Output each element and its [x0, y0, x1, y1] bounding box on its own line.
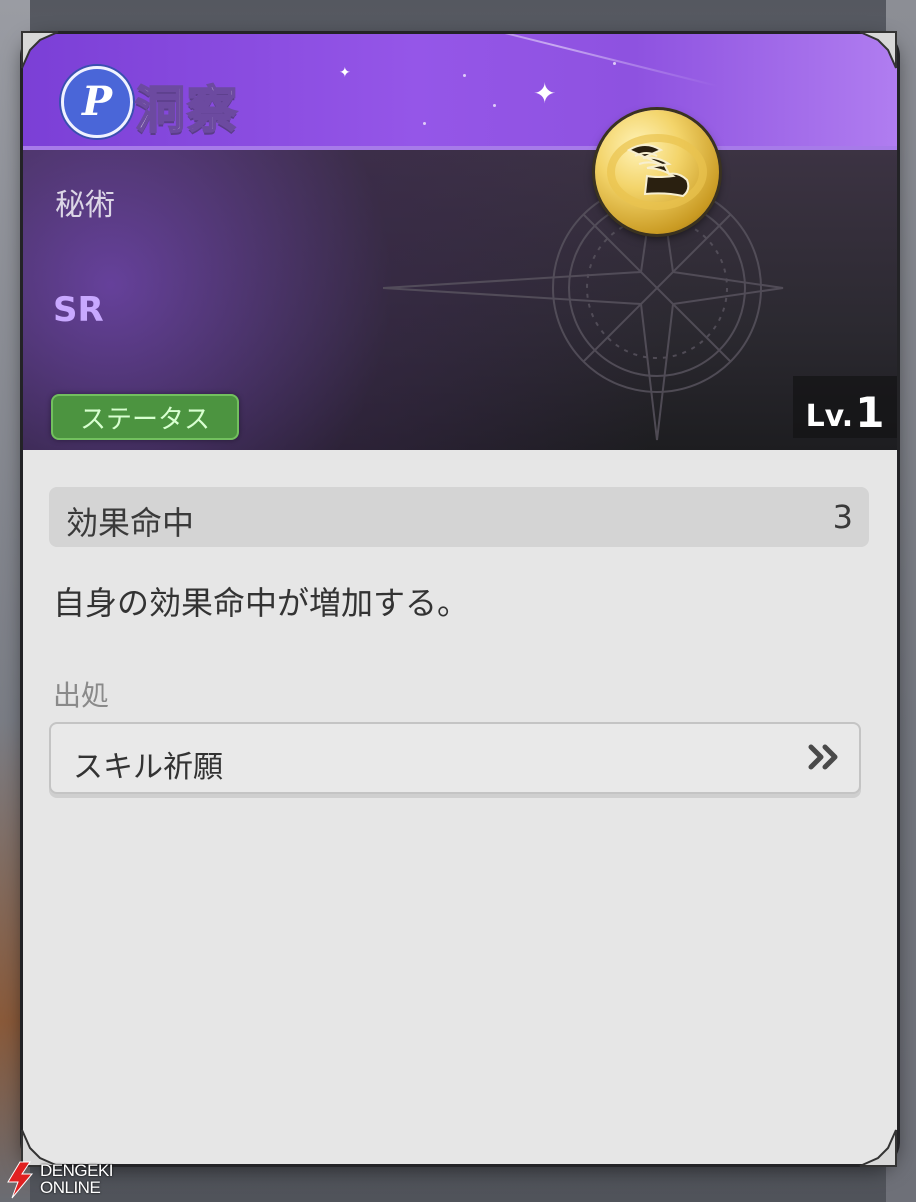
watermark-line2: ONLINE [40, 1178, 101, 1197]
corner-ornament-icon [859, 1129, 897, 1167]
sparkle-icon: ✦ [339, 65, 351, 81]
p-rune-icon: P [61, 66, 133, 138]
double-chevron-right-icon [808, 744, 838, 770]
title-bar: ✦ ✦ P 洞察 [23, 34, 897, 150]
corner-ornament-icon [21, 31, 59, 69]
effect-description: 自身の効果命中が増加する。 [53, 584, 470, 622]
rarity-label: SR [53, 290, 104, 330]
skill-card: ✦ ✦ P 洞察 ✦ 秘術 SR ステータス Lv. 1 [23, 34, 897, 1164]
source-label: 出処 [53, 679, 110, 712]
corner-ornament-icon [859, 31, 897, 69]
skill-banner: ✦ 秘術 SR ステータス Lv. 1 [23, 150, 897, 450]
winged-glove-icon [595, 110, 719, 234]
level-indicator: Lv. 1 [793, 376, 897, 438]
level-value: 1 [855, 388, 885, 437]
skill-title: 洞察 [134, 80, 239, 140]
star-dot [463, 74, 466, 77]
status-badge: ステータス [51, 394, 239, 440]
effect-stat-value: 3 [832, 498, 853, 536]
star-dot [613, 62, 616, 65]
level-prefix: Lv. [805, 399, 854, 434]
effect-stat-name: 効果命中 [66, 504, 195, 542]
star-dot [493, 104, 496, 107]
dengeki-logo-icon [7, 1161, 34, 1199]
sparkle-icon: ✦ [533, 77, 557, 110]
watermark-line1: DENGEKI [40, 1161, 114, 1180]
source-link-button[interactable]: スキル祈願 [49, 722, 861, 794]
effect-stat-row: 効果命中 3 [49, 487, 869, 547]
star-dot [423, 122, 426, 125]
skill-category: 秘術 [55, 188, 115, 223]
source-link-text: スキル祈願 [73, 750, 223, 785]
